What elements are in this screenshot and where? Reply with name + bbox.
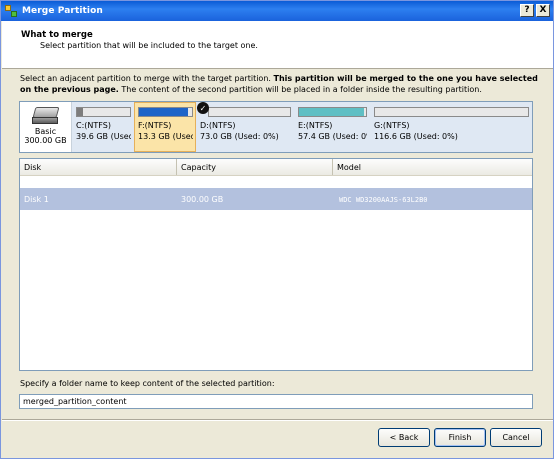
cell-disk: Disk 1: [24, 195, 49, 204]
disk-table: Disk Capacity Model Disk 1 300.00 GB WDC…: [19, 158, 533, 371]
finish-button[interactable]: Finish: [434, 428, 486, 447]
close-button[interactable]: X: [536, 4, 550, 17]
partition-usage-bar: [374, 107, 529, 117]
folder-name-input[interactable]: [19, 394, 533, 409]
partition-usage: 57.4 GB (Used: 0%: [298, 132, 367, 141]
partition-usage: 13.3 GB (Used: [138, 132, 193, 141]
column-header-model[interactable]: Model: [333, 159, 532, 175]
instructions-part2: The content of the second partition will…: [118, 85, 482, 94]
column-header-disk[interactable]: Disk: [20, 159, 177, 175]
wizard-header: What to merge Select partition that will…: [2, 21, 553, 69]
instructions-text: Select an adjacent partition to merge wi…: [20, 73, 540, 95]
footer-divider: [2, 419, 553, 421]
partition-name: D:(NTFS): [200, 121, 236, 130]
partition-g[interactable]: G:(NTFS) 116.6 GB (Used: 0%): [370, 102, 532, 152]
cell-capacity: 300.00 GB: [181, 195, 224, 204]
header-subtitle: Select partition that will be included t…: [40, 41, 258, 50]
cancel-button[interactable]: Cancel: [490, 428, 542, 447]
checkmark-icon: ✓: [197, 102, 209, 114]
back-button[interactable]: < Back: [378, 428, 430, 447]
partition-name: C:(NTFS): [76, 121, 111, 130]
partition-e[interactable]: E:(NTFS) 57.4 GB (Used: 0%: [294, 102, 370, 152]
partition-usage: 39.6 GB (Used: [76, 132, 131, 141]
partition-name: E:(NTFS): [298, 121, 333, 130]
help-button[interactable]: ?: [520, 4, 534, 17]
partition-usage-bar: [76, 107, 131, 117]
partition-usage: 73.0 GB (Used: 0%): [200, 132, 279, 141]
partition-name: F:(NTFS): [138, 121, 172, 130]
partition-c[interactable]: C:(NTFS) 39.6 GB (Used: [72, 102, 134, 152]
window-title: Merge Partition: [22, 6, 103, 16]
partition-usage-bar: [298, 107, 367, 117]
partition-name: G:(NTFS): [374, 121, 410, 130]
instructions-part1: Select an adjacent partition to merge wi…: [20, 74, 274, 83]
disk-basic-block[interactable]: Basic 300.00 GB: [20, 102, 72, 152]
partition-d[interactable]: ✓ D:(NTFS) 73.0 GB (Used: 0%): [196, 102, 294, 152]
table-header: Disk Capacity Model: [20, 159, 532, 176]
partition-app-icon: [5, 4, 18, 18]
merge-partition-dialog: Merge Partition ? X What to merge Select…: [0, 0, 554, 459]
partition-usage-bar: [208, 107, 291, 117]
disk-map: Basic 300.00 GB C:(NTFS) 39.6 GB (Used F…: [19, 101, 533, 153]
disk-size-label: 300.00 GB: [24, 136, 67, 145]
title-bar[interactable]: Merge Partition ? X: [1, 1, 553, 21]
partition-f[interactable]: F:(NTFS) 13.3 GB (Used: [134, 102, 196, 152]
table-row[interactable]: Disk 1 300.00 GB WDC WD3200AAJS-63L2B0: [20, 188, 532, 210]
hard-disk-icon: [31, 107, 60, 125]
header-title: What to merge: [21, 30, 93, 40]
folder-name-label: Specify a folder name to keep content of…: [20, 379, 275, 388]
column-header-capacity[interactable]: Capacity: [177, 159, 333, 175]
partition-usage-bar: [138, 107, 193, 117]
disk-type-label: Basic: [34, 127, 57, 136]
cell-model: WDC WD3200AAJS-63L2B0: [339, 196, 428, 204]
partition-usage: 116.6 GB (Used: 0%): [374, 132, 458, 141]
